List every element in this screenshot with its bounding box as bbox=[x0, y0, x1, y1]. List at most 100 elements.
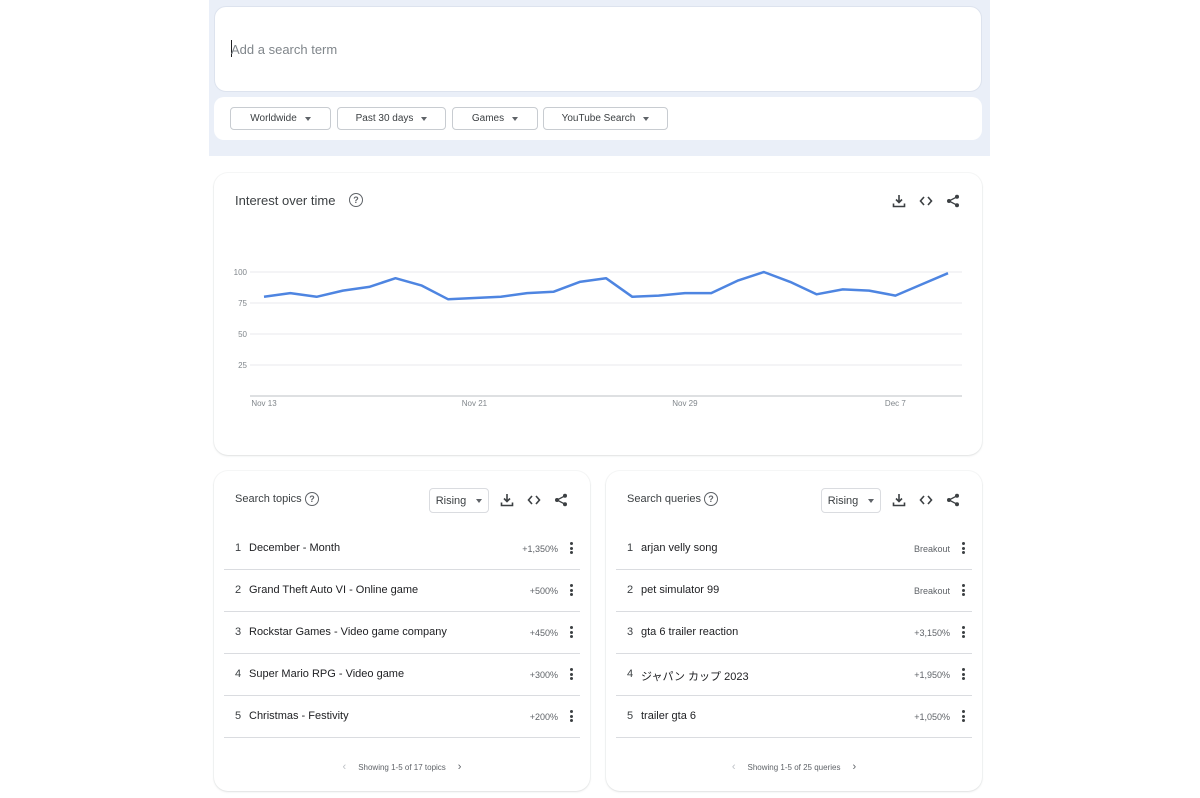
list-item[interactable]: 5 Christmas - Festivity +200% bbox=[224, 696, 580, 738]
more-vert-icon[interactable] bbox=[958, 582, 968, 598]
queries-rising-dropdown[interactable]: Rising bbox=[821, 488, 881, 513]
data-point[interactable] bbox=[679, 287, 691, 299]
data-point[interactable] bbox=[653, 290, 665, 302]
item-value: Breakout bbox=[913, 544, 950, 554]
dropdown-arrow-icon bbox=[512, 116, 519, 121]
item-rank: 3 bbox=[627, 626, 634, 638]
more-vert-icon[interactable] bbox=[958, 624, 968, 640]
more-vert-icon[interactable] bbox=[566, 582, 576, 598]
data-point[interactable] bbox=[916, 278, 928, 290]
search-type-filter[interactable]: YouTube Search bbox=[543, 107, 668, 130]
data-point[interactable] bbox=[705, 287, 717, 299]
data-point[interactable] bbox=[600, 272, 612, 284]
list-item[interactable]: 3 gta 6 trailer reaction +3,150% bbox=[616, 612, 972, 654]
data-point[interactable] bbox=[942, 267, 954, 279]
queries-pagination: ‹ Showing 1-5 of 25 queries › bbox=[606, 761, 982, 773]
download-icon[interactable] bbox=[498, 491, 516, 509]
topics-rising-dropdown[interactable]: Rising bbox=[429, 488, 489, 513]
data-point[interactable] bbox=[626, 291, 638, 303]
data-point[interactable] bbox=[758, 266, 770, 278]
more-vert-icon[interactable] bbox=[566, 666, 576, 682]
location-filter[interactable]: Worldwide bbox=[230, 107, 331, 130]
x-tick-label: Nov 29 bbox=[672, 399, 698, 408]
dropdown-arrow-icon bbox=[304, 116, 311, 121]
list-item[interactable]: 4 ジャパン カップ 2023 +1,950% bbox=[616, 654, 972, 696]
search-input[interactable] bbox=[231, 39, 831, 59]
item-name: pet simulator 99 bbox=[641, 584, 720, 596]
y-tick-label: 25 bbox=[238, 361, 247, 370]
search-type-filter-label: YouTube Search bbox=[561, 113, 636, 124]
more-vert-icon[interactable] bbox=[958, 708, 968, 724]
question-circle-icon[interactable]: ? bbox=[704, 492, 718, 506]
item-value: +300% bbox=[529, 670, 558, 680]
data-point[interactable] bbox=[547, 286, 559, 298]
embed-code-icon[interactable] bbox=[525, 491, 543, 509]
data-point[interactable] bbox=[390, 272, 402, 284]
data-point[interactable] bbox=[732, 275, 744, 287]
more-vert-icon[interactable] bbox=[958, 666, 968, 682]
queries-dropdown-label: Rising bbox=[827, 494, 859, 507]
dropdown-arrow-icon bbox=[476, 498, 483, 503]
data-point[interactable] bbox=[442, 293, 454, 305]
more-vert-icon[interactable] bbox=[566, 624, 576, 640]
chevron-left-icon[interactable]: ‹ bbox=[732, 761, 736, 773]
list-item[interactable]: 3 Rockstar Games - Video game company +4… bbox=[224, 612, 580, 654]
data-point[interactable] bbox=[284, 287, 296, 299]
y-tick-label: 100 bbox=[234, 268, 248, 277]
y-tick-label: 50 bbox=[238, 330, 247, 339]
list-item[interactable]: 1 arjan velly song Breakout bbox=[616, 528, 972, 570]
list-item[interactable]: 2 pet simulator 99 Breakout bbox=[616, 570, 972, 612]
data-point[interactable] bbox=[889, 290, 901, 302]
item-rank: 4 bbox=[235, 668, 242, 680]
item-name: December - Month bbox=[249, 542, 341, 554]
data-point[interactable] bbox=[784, 276, 796, 288]
data-point[interactable] bbox=[363, 281, 375, 293]
topics-pager-text: Showing 1-5 of 17 topics bbox=[358, 762, 446, 772]
item-value: Breakout bbox=[913, 586, 950, 596]
data-point[interactable] bbox=[495, 291, 507, 303]
list-item[interactable]: 1 December - Month +1,350% bbox=[224, 528, 580, 570]
list-item[interactable]: 2 Grand Theft Auto VI - Online game +500… bbox=[224, 570, 580, 612]
download-icon[interactable] bbox=[890, 491, 908, 509]
chevron-right-icon[interactable]: › bbox=[458, 761, 462, 773]
item-rank: 1 bbox=[235, 542, 242, 554]
chevron-left-icon[interactable]: ‹ bbox=[343, 761, 347, 773]
item-value: +1,350% bbox=[522, 544, 558, 554]
topics-dropdown-label: Rising bbox=[435, 494, 467, 507]
share-icon[interactable] bbox=[552, 491, 570, 509]
data-point[interactable] bbox=[311, 291, 323, 303]
data-point[interactable] bbox=[837, 283, 849, 295]
data-point[interactable] bbox=[574, 276, 586, 288]
data-point[interactable] bbox=[810, 288, 822, 300]
list-item[interactable]: 5 trailer gta 6 +1,050% bbox=[616, 696, 972, 738]
more-vert-icon[interactable] bbox=[958, 540, 968, 556]
item-name: Rockstar Games - Video game company bbox=[249, 626, 447, 638]
more-vert-icon[interactable] bbox=[566, 540, 576, 556]
item-name: trailer gta 6 bbox=[641, 710, 697, 722]
item-name: arjan velly song bbox=[641, 542, 718, 554]
item-value: +1,950% bbox=[914, 670, 950, 680]
data-point[interactable] bbox=[416, 280, 428, 292]
data-point[interactable] bbox=[258, 291, 270, 303]
embed-code-icon[interactable] bbox=[917, 491, 935, 509]
data-point[interactable] bbox=[863, 285, 875, 297]
queries-title: Search queries bbox=[627, 493, 701, 505]
dropdown-arrow-icon bbox=[643, 116, 650, 121]
x-tick-label: Dec 7 bbox=[885, 399, 906, 408]
more-vert-icon[interactable] bbox=[566, 708, 576, 724]
time-range-filter[interactable]: Past 30 days bbox=[337, 107, 446, 130]
share-icon[interactable] bbox=[944, 491, 962, 509]
item-rank: 3 bbox=[235, 626, 242, 638]
category-filter[interactable]: Games bbox=[452, 107, 538, 130]
item-value: +3,150% bbox=[914, 628, 950, 638]
chevron-right-icon[interactable]: › bbox=[852, 761, 856, 773]
question-circle-icon[interactable]: ? bbox=[305, 492, 319, 506]
item-rank: 5 bbox=[235, 710, 242, 722]
location-filter-label: Worldwide bbox=[250, 113, 297, 124]
data-point[interactable] bbox=[521, 287, 533, 299]
interest-line-chart: 100 75 50 25 Nov 13 Nov 21 Nov 29 Dec 7 bbox=[234, 266, 962, 408]
data-point[interactable] bbox=[468, 292, 480, 304]
list-item[interactable]: 4 Super Mario RPG - Video game +300% bbox=[224, 654, 580, 696]
search-topics-card: Search topics ? Rising 1 December - Mont… bbox=[214, 471, 590, 791]
data-point[interactable] bbox=[337, 285, 349, 297]
